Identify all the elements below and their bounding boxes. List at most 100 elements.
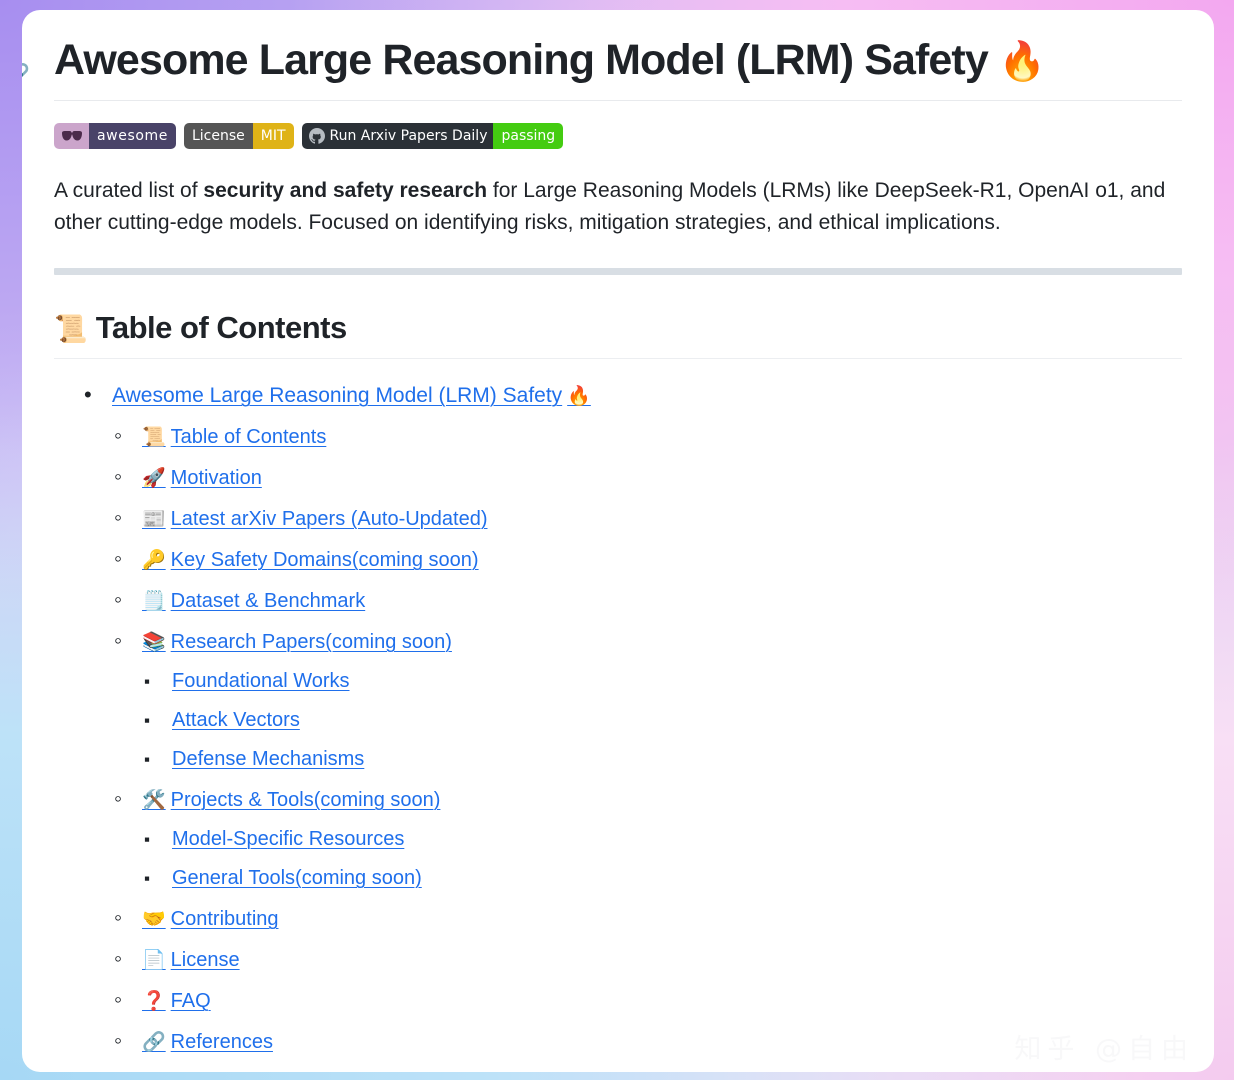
list-item: 🚀Motivation xyxy=(114,457,1182,498)
bullet-square-icon xyxy=(144,662,172,701)
license-badge[interactable]: License MIT xyxy=(183,122,294,149)
toc-link-key-safety-domains[interactable]: 🔑 Key Safety Domains(coming soon) xyxy=(142,541,479,580)
toc-link-motivation[interactable]: 🚀 Motivation xyxy=(142,459,262,498)
ci-status-badge[interactable]: Run Arxiv Papers Daily passing xyxy=(301,122,564,149)
scroll-icon: 📜 xyxy=(142,427,166,449)
list-item: Model-Specific Resources xyxy=(144,820,1182,859)
list-item: 🗒️Dataset & Benchmark xyxy=(114,580,1182,621)
list-item: 📜Table of Contents xyxy=(114,416,1182,457)
toc-sublist-research-papers: Foundational Works Attack Vectors Defens… xyxy=(114,662,1182,779)
sunglasses-icon xyxy=(61,130,83,142)
toc-link-latest-arxiv-papers[interactable]: 📰 Latest arXiv Papers (Auto-Updated) xyxy=(142,500,488,539)
toc-label: Motivation xyxy=(170,467,262,490)
toc-label: License xyxy=(170,949,240,972)
fire-icon: 🔥 xyxy=(998,41,1047,83)
license-badge-value: MIT xyxy=(252,122,294,149)
anchor-link-icon[interactable]: 🔗 xyxy=(22,60,36,90)
bullet-square-icon xyxy=(144,740,172,779)
toc-label: Dataset & Benchmark xyxy=(170,590,366,613)
license-badge-key: License xyxy=(183,122,253,149)
intro-part-1: A curated list of xyxy=(54,178,204,202)
scroll-icon: 📜 xyxy=(54,313,88,344)
toc-list: Awesome Large Reasoning Model (LRM) Safe… xyxy=(54,375,1182,1062)
intro-paragraph: A curated list of security and safety re… xyxy=(54,175,1182,240)
toc-link-attack-vectors[interactable]: Attack Vectors xyxy=(172,701,300,740)
ci-badge-value: passing xyxy=(493,122,564,149)
list-item: 🤝Contributing xyxy=(114,898,1182,939)
bullet-circle-icon xyxy=(114,621,142,662)
toc-heading-text: Table of Contents xyxy=(95,309,347,345)
list-item: 🔑Key Safety Domains(coming soon) xyxy=(114,539,1182,580)
list-item: Foundational Works xyxy=(144,662,1182,701)
hammer-and-wrench-icon: 🛠️ xyxy=(142,790,166,812)
fire-icon: 🔥 xyxy=(567,386,591,408)
watermark: 知乎 @自由 xyxy=(1014,1034,1194,1065)
bullet-circle-icon xyxy=(114,980,142,1021)
readme-card: 🔗 Awesome Large Reasoning Model (LRM) Sa… xyxy=(22,10,1214,1072)
question-mark-icon: ❓ xyxy=(142,991,166,1013)
toc-link-dataset-benchmark[interactable]: 🗒️ Dataset & Benchmark xyxy=(142,582,365,621)
bullet-square-icon xyxy=(144,820,172,859)
list-item: 🛠️Projects & Tools(coming soon) Model-Sp… xyxy=(114,779,1182,898)
bullet-circle-icon xyxy=(114,939,142,980)
newspaper-icon: 📰 xyxy=(142,509,166,531)
toc-label: Research Papers(coming soon) xyxy=(170,631,452,654)
key-icon: 🔑 xyxy=(142,550,166,572)
bullet-circle-icon xyxy=(114,457,142,498)
badge-row: awesome License MIT Run Arxiv Papers Dai… xyxy=(54,122,1182,149)
awesome-badge-label: awesome xyxy=(89,122,176,149)
list-item: ❓FAQ xyxy=(114,980,1182,1021)
ci-badge-key: Run Arxiv Papers Daily xyxy=(301,122,494,149)
awesome-badge[interactable]: awesome xyxy=(54,122,176,149)
list-item: General Tools(coming soon) xyxy=(144,859,1182,898)
toc-link-root-label: Awesome Large Reasoning Model (LRM) Safe… xyxy=(112,384,563,408)
page-title-text: Awesome Large Reasoning Model (LRM) Safe… xyxy=(54,36,989,84)
toc-label: Projects & Tools(coming soon) xyxy=(170,789,441,812)
toc-link-defense-mechanisms[interactable]: Defense Mechanisms xyxy=(172,740,364,779)
toc-label: Table of Contents xyxy=(170,426,327,449)
list-item: Awesome Large Reasoning Model (LRM) Safe… xyxy=(84,375,1182,1062)
bullet-disc-icon xyxy=(84,375,112,416)
bullet-circle-icon xyxy=(114,779,142,820)
toc-sublist-projects-tools: Model-Specific Resources General Tools(c… xyxy=(114,820,1182,898)
books-icon: 📚 xyxy=(142,632,166,654)
toc-label: Key Safety Domains(coming soon) xyxy=(170,549,479,572)
toc-link-model-specific-resources[interactable]: Model-Specific Resources xyxy=(172,820,404,859)
toc-label: Contributing xyxy=(170,908,279,931)
toc-link-table-of-contents[interactable]: 📜 Table of Contents xyxy=(142,418,326,457)
bullet-circle-icon xyxy=(114,1021,142,1062)
toc-heading: 📜 Table of Contents xyxy=(54,309,1182,360)
awesome-badge-left xyxy=(54,122,89,149)
bullet-square-icon xyxy=(144,859,172,898)
ci-badge-key-label: Run Arxiv Papers Daily xyxy=(329,127,488,144)
toc-link-research-papers[interactable]: 📚 Research Papers(coming soon) xyxy=(142,623,452,662)
toc-link-root[interactable]: Awesome Large Reasoning Model (LRM) Safe… xyxy=(112,376,591,416)
list-item: 📰Latest arXiv Papers (Auto-Updated) xyxy=(114,498,1182,539)
toc-link-license[interactable]: 📄 License xyxy=(142,941,240,980)
section-divider xyxy=(54,267,1182,275)
page-icon: 📄 xyxy=(142,950,166,972)
page-title: Awesome Large Reasoning Model (LRM) Safe… xyxy=(54,36,1182,101)
toc-link-general-tools[interactable]: General Tools(coming soon) xyxy=(172,859,422,898)
toc-sublist: 📜Table of Contents 🚀Motivation 📰Lat xyxy=(84,416,1182,1062)
intro-bold: security and safety research xyxy=(203,178,488,202)
list-item: 📚Research Papers(coming soon) Foundation… xyxy=(114,621,1182,779)
bullet-circle-icon xyxy=(114,498,142,539)
notepad-icon: 🗒️ xyxy=(142,591,166,613)
toc-link-foundational-works[interactable]: Foundational Works xyxy=(172,662,350,701)
toc-label: Latest arXiv Papers (Auto-Updated) xyxy=(170,508,488,531)
toc-link-faq[interactable]: ❓ FAQ xyxy=(142,982,211,1021)
list-item: Defense Mechanisms xyxy=(144,740,1182,779)
toc-link-projects-tools[interactable]: 🛠️ Projects & Tools(coming soon) xyxy=(142,781,440,820)
list-item: 📄License xyxy=(114,939,1182,980)
list-item: Attack Vectors xyxy=(144,701,1182,740)
bullet-circle-icon xyxy=(114,580,142,621)
github-icon xyxy=(308,127,325,144)
bullet-circle-icon xyxy=(114,539,142,580)
toc-label: References xyxy=(170,1031,273,1054)
toc-label: FAQ xyxy=(170,990,211,1013)
toc-link-contributing[interactable]: 🤝 Contributing xyxy=(142,900,279,939)
toc-link-references[interactable]: 🔗 References xyxy=(142,1023,273,1062)
bullet-circle-icon xyxy=(114,898,142,939)
link-icon: 🔗 xyxy=(142,1032,166,1054)
